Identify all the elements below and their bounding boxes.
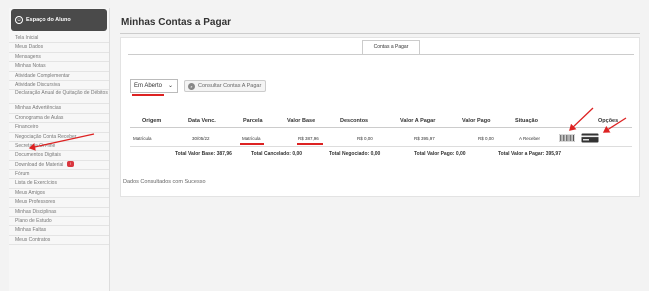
sidebar-item-plano-estudo[interactable]: Plano de Estudo bbox=[9, 217, 109, 227]
sidebar-item-tela-inicial[interactable]: Tela Inicial bbox=[9, 34, 109, 44]
sidebar-item-minhas-notas[interactable]: Minhas Notas bbox=[9, 62, 109, 72]
total-label: Total Cancelado: bbox=[251, 151, 291, 157]
sidebar-header-label: Espaço do Aluno bbox=[26, 17, 71, 23]
header-situacao: Situação bbox=[515, 118, 538, 124]
sidebar-item-faltas[interactable]: Minhas Faltas bbox=[9, 226, 109, 236]
consult-button[interactable]: ⌕ Consultar Contas A Pagar bbox=[184, 80, 267, 92]
sidebar-item-download-material[interactable]: Download de Material ! bbox=[9, 161, 109, 171]
total-label: Total Valor a Pagar: bbox=[498, 151, 545, 157]
sidebar-item-secretaria[interactable]: Secretaria On-line bbox=[9, 142, 109, 152]
cell-valor-pago: R$ 0,00 bbox=[478, 136, 494, 141]
total-label: Total Valor Base: bbox=[175, 151, 216, 157]
tab-contas-a-pagar[interactable]: Contas a Pagar bbox=[362, 40, 420, 54]
annotation-underline bbox=[240, 143, 264, 145]
total-label: Total Negociado: bbox=[329, 151, 370, 157]
page: ☺ Espaço do Aluno Tela Inicial Meus Dado… bbox=[0, 0, 649, 291]
header-origem: Origem bbox=[142, 118, 162, 124]
page-title: Minhas Contas a Pagar bbox=[121, 17, 232, 28]
total-cancelado: Total Cancelado: 0,00 bbox=[251, 151, 302, 157]
sidebar-item-advertencias[interactable]: Minhas Advertências bbox=[9, 104, 109, 114]
credit-card-icon[interactable] bbox=[581, 133, 599, 143]
sidebar-item-declaracao-anual[interactable]: Declaração Anual de Quitação de Débitos bbox=[9, 90, 109, 105]
status-filter-select[interactable]: Em Aberto ⌄ bbox=[130, 79, 178, 93]
sidebar: ☺ Espaço do Aluno Tela Inicial Meus Dado… bbox=[9, 8, 110, 291]
annotation-underline bbox=[297, 143, 323, 145]
search-icon: ⌕ bbox=[188, 83, 195, 90]
sidebar-item-contratos[interactable]: Meus Contratos bbox=[9, 236, 109, 246]
sidebar-item-negociacao[interactable]: Negociação Conta Receber bbox=[9, 133, 109, 142]
sidebar-item-professores[interactable]: Meus Professores bbox=[9, 198, 109, 208]
header-valor-base: Valor Base bbox=[287, 118, 316, 124]
sidebar-item-documentos[interactable]: Documentos Digitais bbox=[9, 151, 109, 161]
title-divider bbox=[120, 33, 640, 34]
table-header: Origem Data Venc. Parcela Valor Base Des… bbox=[130, 116, 632, 128]
sidebar-item-label: Download de Material bbox=[15, 161, 64, 168]
header-parcela: Parcela bbox=[243, 118, 263, 124]
cell-valor-base: R$ 387,96 bbox=[298, 136, 319, 141]
total-valor-base: Total Valor Base: 387,96 bbox=[175, 151, 232, 157]
sidebar-item-financeiro[interactable]: Financeiro bbox=[9, 123, 109, 133]
sidebar-item-forum[interactable]: Fórum bbox=[9, 170, 109, 180]
sidebar-item-disciplinas[interactable]: Minhas Disciplinas bbox=[9, 208, 109, 218]
cell-descontos: R$ 0,00 bbox=[357, 136, 373, 141]
table-row: Matrícula 30/05/22 Matrícula R$ 387,96 R… bbox=[130, 129, 632, 147]
annotation-underline bbox=[132, 94, 164, 96]
new-badge: ! bbox=[66, 161, 74, 168]
cell-situacao: A Receber bbox=[519, 136, 541, 141]
total-value: 0,00 bbox=[292, 151, 303, 157]
sidebar-item-atividade-discursiva[interactable]: Atividade Discursiva bbox=[9, 81, 109, 91]
cell-data-venc: 30/05/22 bbox=[192, 136, 210, 141]
sidebar-item-cronograma[interactable]: Cronograma de Aulas bbox=[9, 114, 109, 124]
header-valor-a-pagar: Valor A Pagar bbox=[400, 118, 436, 124]
cell-origem: Matrícula bbox=[133, 136, 152, 141]
barcode-icon[interactable] bbox=[559, 134, 575, 142]
user-circle-icon: ☺ bbox=[15, 16, 23, 24]
sidebar-item-atividade-complementar[interactable]: Atividade Complementar bbox=[9, 72, 109, 81]
status-message: Dados Consultados com Sucesso bbox=[123, 179, 206, 185]
sidebar-item-exercicios[interactable]: Lista de Exercícios bbox=[9, 179, 109, 189]
sidebar-item-mensagens[interactable]: Mensagens bbox=[9, 53, 109, 63]
total-a-pagar: Total Valor a Pagar: 395,97 bbox=[498, 151, 561, 157]
total-label: Total Valor Pago: bbox=[414, 151, 455, 157]
status-filter-value: Em Aberto bbox=[134, 83, 163, 89]
total-negociado: Total Negociado: 0,00 bbox=[329, 151, 380, 157]
total-pago: Total Valor Pago: 0,00 bbox=[414, 151, 466, 157]
header-data-venc: Data Venc. bbox=[188, 118, 216, 124]
cell-parcela: Matrícula bbox=[242, 136, 261, 141]
chevron-down-icon: ⌄ bbox=[167, 83, 173, 89]
total-value: 0,00 bbox=[455, 151, 466, 157]
sidebar-item-amigos[interactable]: Meus Amigos bbox=[9, 189, 109, 199]
header-valor-pago: Valor Pago bbox=[462, 118, 491, 124]
totals-row: Total Valor Base: 387,96 Total Cancelado… bbox=[130, 149, 632, 161]
sidebar-item-meus-dados[interactable]: Meus Dados bbox=[9, 43, 109, 53]
total-value: 0,00 bbox=[370, 151, 381, 157]
total-value: 387,96 bbox=[216, 151, 232, 157]
consult-button-label: Consultar Contas A Pagar bbox=[198, 83, 262, 89]
sidebar-header[interactable]: ☺ Espaço do Aluno bbox=[11, 9, 107, 31]
header-opcoes: Opções bbox=[598, 118, 619, 124]
tab-divider bbox=[128, 54, 634, 55]
total-value: 395,97 bbox=[545, 151, 561, 157]
header-descontos: Descontos bbox=[340, 118, 369, 124]
cell-valor-a-pagar: R$ 395,97 bbox=[414, 136, 435, 141]
